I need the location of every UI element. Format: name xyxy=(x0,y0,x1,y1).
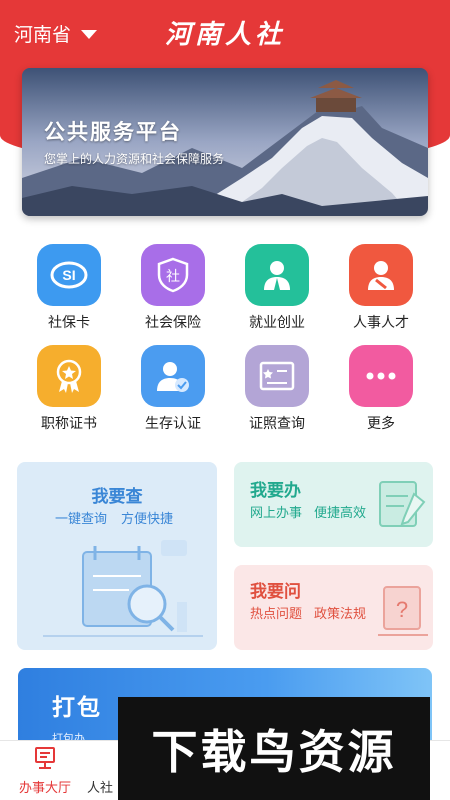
calendar-search-icon xyxy=(43,540,203,637)
query-card-subtitle-2: 方便快捷 xyxy=(121,512,174,527)
question-document-icon: ? xyxy=(378,586,428,636)
svg-text:SI: SI xyxy=(62,267,75,283)
services-grid: SI 社保卡 社 社会保险 就业创业 人事人才 职称证书 生存认证 证照查询 更… xyxy=(17,244,433,434)
svg-text:?: ? xyxy=(396,597,408,622)
talent-person-icon xyxy=(349,244,413,306)
ask-card-title: 我要问 xyxy=(250,582,301,602)
service-talent[interactable]: 人事人才 xyxy=(329,244,433,333)
tab-label: 人社 xyxy=(86,781,113,796)
more-dots-icon xyxy=(349,345,413,407)
service-employment[interactable]: 就业创业 xyxy=(225,244,329,333)
ask-card[interactable]: 我要问 热点问题 政策法规 ? xyxy=(234,565,433,650)
service-label: 社会保险 xyxy=(145,315,201,331)
tab-label: 办事大厅 xyxy=(18,781,71,796)
handle-card[interactable]: 我要办 网上办事 便捷高效 xyxy=(234,462,433,547)
query-card[interactable]: 我要查 一键查询 方便快捷 xyxy=(17,462,217,650)
query-card-title: 我要查 xyxy=(91,487,143,507)
service-social-insurance[interactable]: 社 社会保险 xyxy=(121,244,225,333)
award-medal-icon xyxy=(37,345,101,407)
service-label: 人事人才 xyxy=(353,315,409,331)
handle-card-title: 我要办 xyxy=(250,481,301,501)
svg-text:社: 社 xyxy=(166,269,180,285)
banner-title: 公共服务平台 xyxy=(44,120,182,144)
service-license-query[interactable]: 证照查询 xyxy=(225,345,329,434)
user-verify-icon xyxy=(141,345,205,407)
social-security-card-icon: SI xyxy=(37,244,101,306)
service-label: 生存认证 xyxy=(145,416,201,432)
package-banner-title: 打包 xyxy=(52,695,102,721)
handle-card-subtitle-2: 便捷高效 xyxy=(314,506,367,521)
service-title-certificate[interactable]: 职称证书 xyxy=(17,345,121,434)
platform-banner[interactable]: 公共服务平台 您掌上的人力资源和社会保障服务 xyxy=(22,68,428,216)
employment-person-icon xyxy=(245,244,309,306)
ask-card-subtitle-1: 热点问题 xyxy=(250,607,303,622)
handle-card-subtitle-1: 网上办事 xyxy=(250,506,303,521)
query-card-subtitle-1: 一键查询 xyxy=(55,512,108,527)
watermark-text: 下载鸟资源 xyxy=(151,724,397,779)
service-label: 职称证书 xyxy=(41,416,97,432)
service-more[interactable]: 更多 xyxy=(329,345,433,434)
service-label: 社保卡 xyxy=(48,315,90,331)
banner-subtitle: 您掌上的人力资源和社会保障服务 xyxy=(44,152,225,166)
certificate-icon xyxy=(245,345,309,407)
tab-service-hall[interactable]: 办事大厅 xyxy=(0,745,90,796)
watermark-overlay: 下载鸟资源 xyxy=(118,697,430,800)
ask-card-subtitle-2: 政策法规 xyxy=(314,607,367,622)
app-title: 河南人社 xyxy=(164,20,285,50)
service-label: 证照查询 xyxy=(249,416,305,432)
service-social-security-card[interactable]: SI 社保卡 xyxy=(17,244,121,333)
social-insurance-shield-icon: 社 xyxy=(141,244,205,306)
service-survival-verify[interactable]: 生存认证 xyxy=(121,345,225,434)
clipboard-pen-icon xyxy=(379,481,426,527)
tab-news[interactable]: 人社 xyxy=(78,745,122,796)
news-icon xyxy=(78,745,122,771)
service-hall-icon xyxy=(0,745,90,771)
service-label: 就业创业 xyxy=(249,315,305,331)
service-label: 更多 xyxy=(367,416,395,432)
